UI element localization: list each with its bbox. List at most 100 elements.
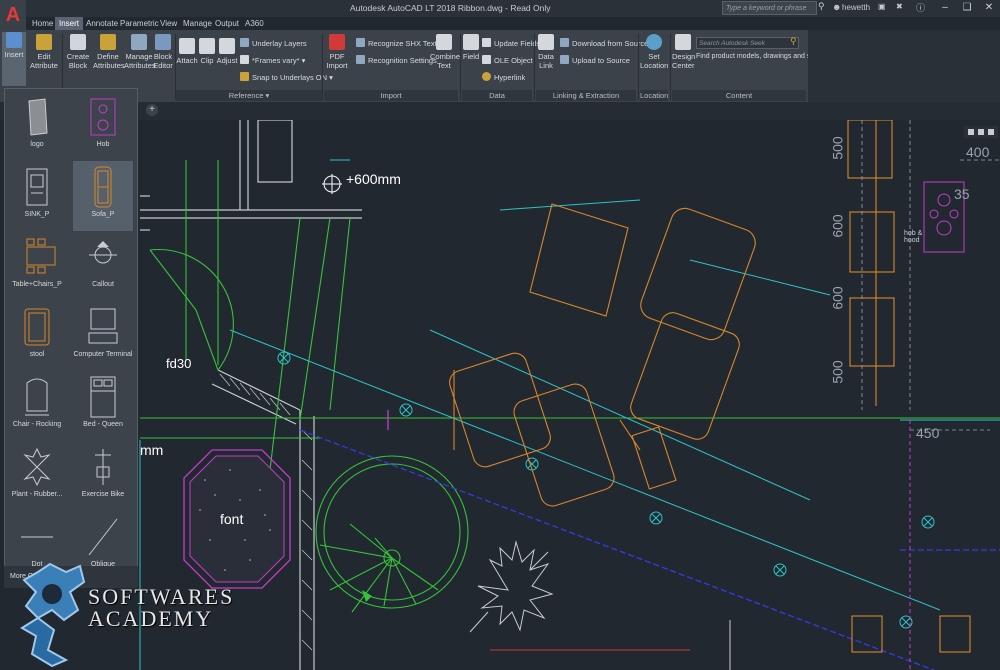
palette-item-table-chairs[interactable]: Table+Chairs_P [7,231,67,301]
palette-item-sink[interactable]: SINK_P [7,161,67,231]
close-button[interactable]: ✕ [978,0,1000,16]
manage-attributes-label: Manage Attributes [124,52,156,70]
manage-attributes-icon [131,34,147,50]
help-search-input[interactable]: Type a keyword or phrase [722,1,817,15]
seek-search-input[interactable]: Search Autodesk Seek [696,37,799,49]
field-button[interactable]: Field [462,34,480,61]
tab-output[interactable]: Output [211,17,243,30]
dimension-35: 35 [954,186,970,202]
download-icon [560,38,569,47]
set-location-label: Set Location [640,52,669,70]
edit-attribute-icon [36,34,52,50]
hob-label: hob & hood [904,230,923,244]
settings-icon [356,55,365,64]
panel-title-reference[interactable]: Reference ▾ [176,90,322,101]
tab-view[interactable]: View [156,17,181,30]
edit-attribute-button[interactable]: Edit Attribute [28,34,60,70]
block-editor-icon [155,34,171,50]
design-center-icon [675,34,691,50]
palette-item-plant-rubber[interactable]: Plant - Rubber... [7,441,67,511]
palette-item-exercise-bike[interactable]: Exercise Bike [73,441,133,511]
underlay-layers-button[interactable]: Underlay Layers [240,38,307,48]
recognition-settings-label: Recognition Settings [368,56,437,65]
download-source-button[interactable]: Download from Source [560,38,648,48]
dimension-450: 450 [916,425,940,441]
recognition-settings-button[interactable]: Recognition Settings [356,55,437,65]
palette-item-hob[interactable]: Hob [73,91,133,161]
design-center-button[interactable]: Design Center [672,34,695,70]
new-tab-button[interactable]: + [146,104,158,116]
panel-title-data[interactable]: Data [462,90,532,101]
attach-button[interactable]: Attach [176,38,198,65]
panel-title-content[interactable]: Content [672,90,806,101]
upload-source-button[interactable]: Upload to Source [560,55,630,65]
hyperlink-button[interactable]: Hyperlink [482,72,525,82]
create-block-button[interactable]: Create Block [64,34,92,70]
update-fields-button[interactable]: Update Fields [482,38,540,48]
ribbon-separator [322,34,323,100]
combine-text-icon [436,34,452,50]
title-bar: Autodesk AutoCAD LT 2018 Ribbon.dwg - Re… [0,0,1000,17]
panel-title-import[interactable]: Import [324,90,458,101]
adjust-button[interactable]: Adjust [216,38,238,65]
set-location-button[interactable]: Set Location [640,34,668,70]
palette-item-stool[interactable]: stool [7,301,67,371]
seek-search-icon[interactable]: ⚲ [790,36,797,47]
clip-button[interactable]: Clip [199,38,215,65]
palette-label: Plant - Rubber... [11,491,63,498]
pdf-icon [329,34,345,50]
data-link-button[interactable]: Data Link [536,34,556,70]
dimension-400: 400 [966,144,990,160]
clip-label: Clip [200,56,214,65]
recognize-shx-label: Recognize SHX Text [368,39,437,48]
block-editor-label: Block Editor [153,52,173,70]
palette-item-callout[interactable]: Callout [73,231,133,301]
minimize-button[interactable]: – [934,0,956,16]
block-palette: logo Hob SINK_P Sofa_P Table+Chairs_P Ca… [4,88,138,588]
define-attributes-icon [100,34,116,50]
ribbon-separator [638,34,639,100]
watermark-line2: ACADEMY [88,606,214,631]
help-icon[interactable]: ⓘ [916,1,925,14]
plant-thumb-icon [23,447,51,487]
palette-item-bed-queen[interactable]: Bed - Queen [73,371,133,441]
tab-home[interactable]: Home [28,17,57,30]
application-menu-button[interactable]: A [0,0,26,30]
snap-icon [240,72,249,81]
viewport-controls[interactable] [964,126,998,138]
restore-button[interactable]: ❏ [956,0,978,16]
plant-symbol [469,540,554,633]
table-chairs-thumb-icon [26,238,56,274]
dot-thumb-icon [21,536,53,538]
snap-underlays-dropdown[interactable]: Snap to Underlays ON ▾ [240,72,333,82]
adjust-label: Adjust [216,56,238,65]
sofa-thumb-icon [94,166,112,208]
palette-item-logo[interactable]: logo [7,91,67,161]
search-icon[interactable]: ⚲ [818,1,825,12]
tab-a360[interactable]: A360 [241,17,268,30]
ole-object-button[interactable]: OLE Object [482,55,533,65]
palette-label: Bed - Queen [83,421,123,428]
watermark-line1: SOFTWARES [88,584,235,609]
user-icon: ☻ [832,2,842,12]
recognize-shx-button[interactable]: Recognize SHX Text [356,38,437,48]
panel-title-linking[interactable]: Linking & Extraction [536,90,636,101]
tab-insert[interactable]: Insert [55,17,84,30]
insert-button[interactable]: Insert [2,32,26,86]
pdf-import-button[interactable]: PDF Import [324,34,350,70]
frames-vary-dropdown[interactable]: *Frames vary* ▾ [240,55,305,65]
user-name[interactable]: hewetth [842,3,870,12]
cart-icon[interactable]: ▣ [878,2,886,11]
bed-thumb-icon [90,376,116,418]
manage-attributes-button[interactable]: Manage Attributes [124,34,156,70]
globe-icon [646,34,662,50]
palette-item-computer-terminal[interactable]: Computer Terminal [73,301,133,371]
combine-text-button[interactable]: Combine Text [430,34,460,70]
panel-title-location[interactable]: Location [640,90,668,101]
define-attributes-button[interactable]: Define Attributes [93,34,125,70]
palette-item-chair-rocking[interactable]: Chair - Rocking [7,371,67,441]
block-editor-button[interactable]: Block Editor [153,34,173,70]
upload-icon [560,55,569,64]
exchange-icon[interactable]: ✖ [896,2,903,11]
palette-item-sofa[interactable]: Sofa_P [73,161,133,231]
